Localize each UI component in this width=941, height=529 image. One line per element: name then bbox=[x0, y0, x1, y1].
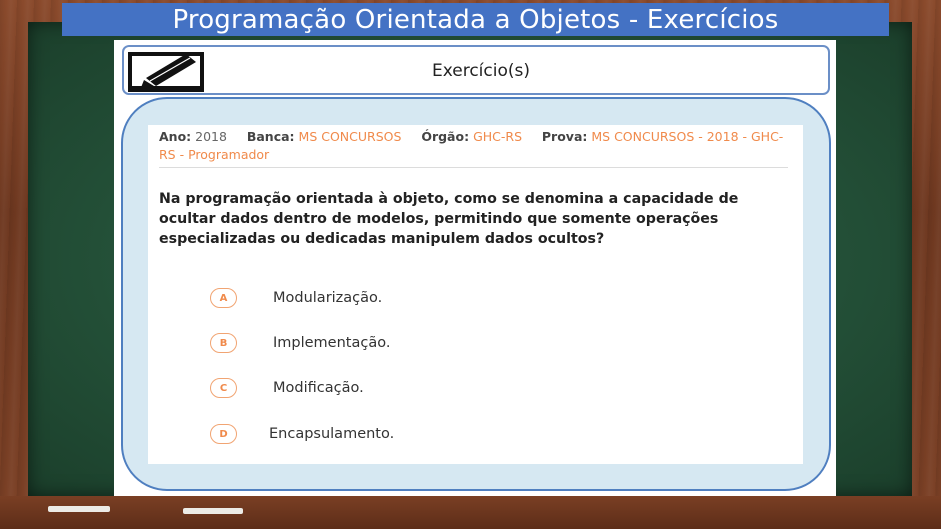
option-text: Implementação. bbox=[273, 335, 391, 351]
chalk-tray bbox=[0, 496, 941, 529]
question-meta: Ano: 2018 Banca: MS CONCURSOS Órgão: GHC… bbox=[159, 128, 789, 164]
option-letter[interactable]: A bbox=[210, 288, 237, 308]
question-card: Ano: 2018 Banca: MS CONCURSOS Órgão: GHC… bbox=[148, 125, 803, 464]
option-letter[interactable]: C bbox=[210, 378, 237, 398]
option-text: Encapsulamento. bbox=[269, 426, 395, 442]
divider bbox=[159, 167, 788, 168]
exercise-label: Exercício(s) bbox=[431, 61, 530, 81]
orgao-value[interactable]: GHC-RS bbox=[473, 129, 522, 144]
banca-label: Banca: bbox=[246, 129, 295, 144]
chalk-piece bbox=[183, 508, 243, 514]
ano-value: 2018 bbox=[195, 129, 227, 144]
option-letter[interactable]: D bbox=[210, 424, 237, 444]
ano-label: Ano: bbox=[159, 129, 192, 144]
orgao-label: Órgão: bbox=[421, 129, 470, 144]
question-text: Na programação orientada à objeto, como … bbox=[159, 191, 739, 247]
option-text: Modularização. bbox=[273, 290, 383, 306]
option-text: Modificação. bbox=[273, 380, 364, 396]
option-d[interactable]: D Encapsulamento. bbox=[210, 424, 394, 444]
prova-label: Prova: bbox=[541, 129, 588, 144]
option-b[interactable]: B Implementação. bbox=[210, 333, 390, 353]
title-bar: Programação Orientada a Objetos - Exercí… bbox=[62, 3, 889, 36]
banca-value[interactable]: MS CONCURSOS bbox=[299, 129, 402, 144]
option-c[interactable]: C Modificação. bbox=[210, 378, 364, 398]
page-title: Programação Orientada a Objetos - Exercí… bbox=[172, 4, 779, 35]
chalk-piece bbox=[48, 506, 110, 512]
option-letter[interactable]: B bbox=[210, 333, 237, 353]
exercise-header: Exercício(s) bbox=[122, 45, 830, 95]
option-a[interactable]: A Modularização. bbox=[210, 288, 382, 308]
